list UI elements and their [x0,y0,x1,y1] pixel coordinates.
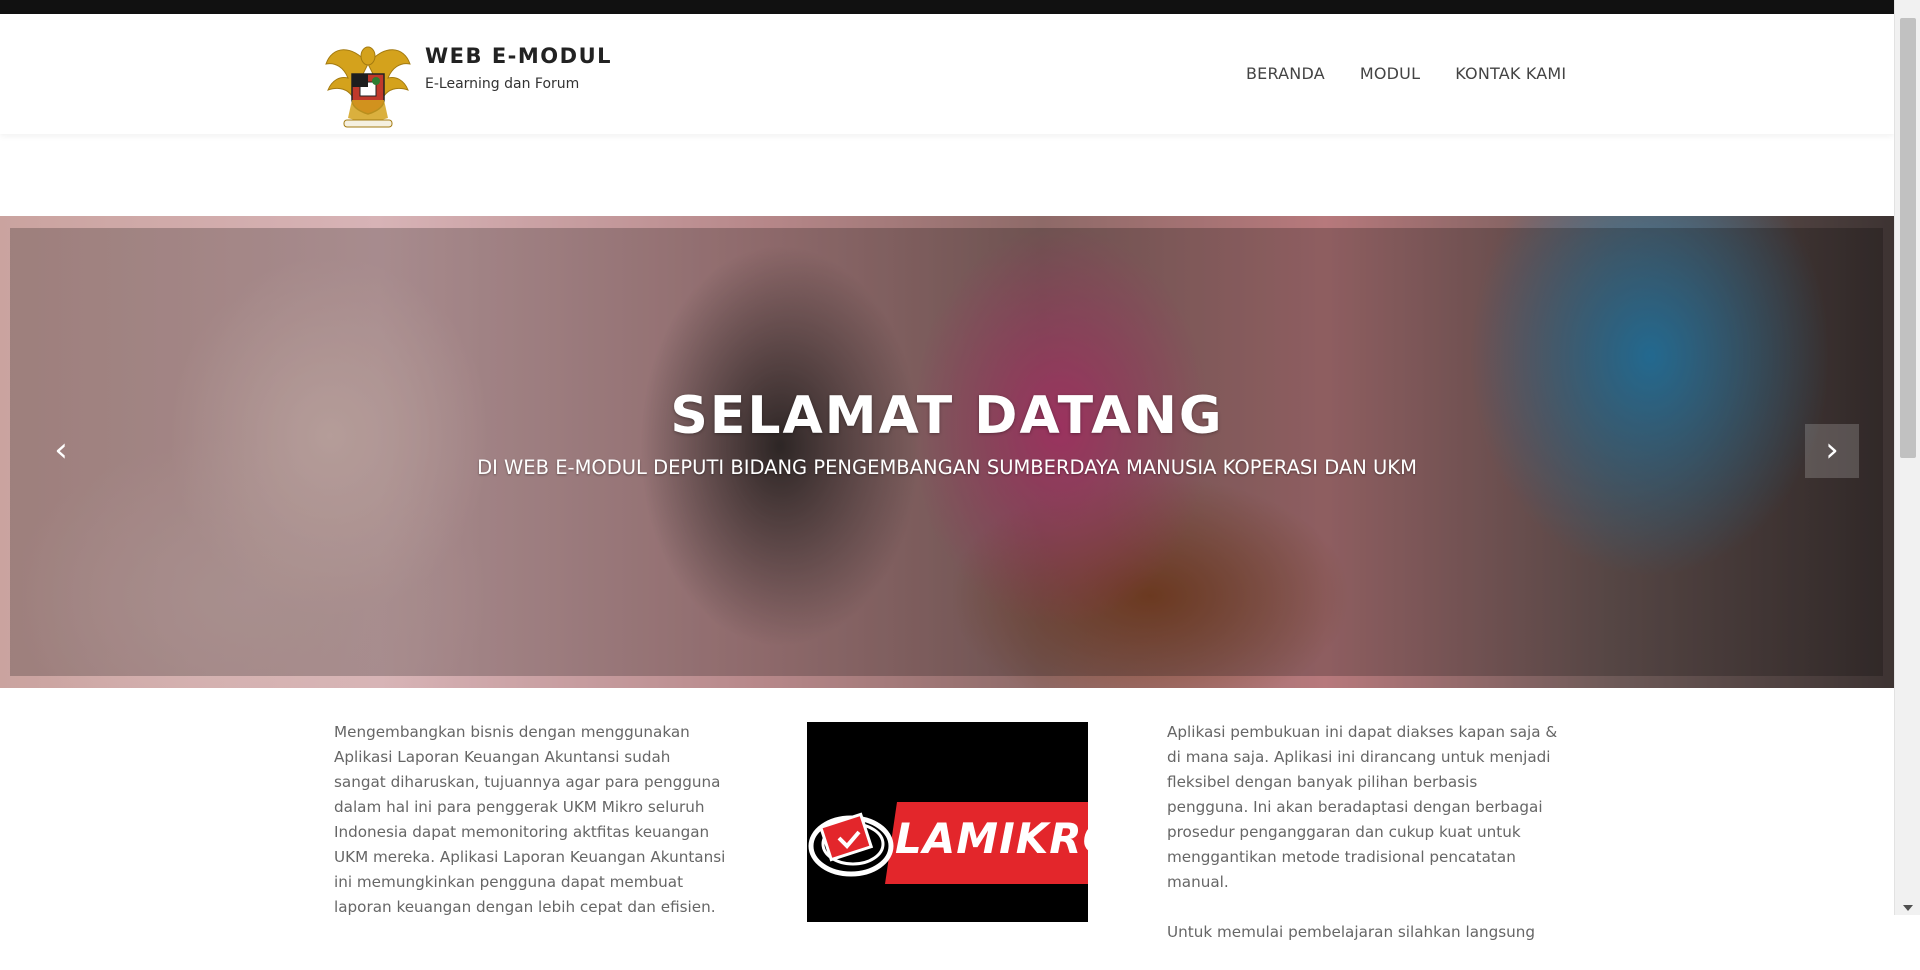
hero-carousel: SELAMAT DATANG DI WEB E-MODUL DEPUTI BID… [0,216,1894,688]
scroll-down-arrow-icon[interactable] [1903,905,1913,911]
intro-left-paragraph: Mengembangkan bisnis dengan menggunakan … [334,723,726,916]
nav-kontak-kami[interactable]: KONTAK KAMI [1455,64,1566,83]
chevron-right-icon[interactable]: › [1805,424,1859,478]
intro-section: Mengembangkan bisnis dengan menggunakan … [0,688,1894,941]
hero-subtitle: DI WEB E-MODUL DEPUTI BIDANG PENGEMBANGA… [477,456,1417,479]
lamikro-logo-text: LAMIKRO [895,814,1120,863]
chevron-left-icon[interactable]: ‹ [34,424,88,478]
lamikro-logo-image: LAMIKRO [807,722,1118,922]
garuda-emblem-icon[interactable] [322,34,414,134]
browser-top-bar [0,0,1894,14]
site-header: WEB E-MODUL E-Learning dan Forum BERANDA… [0,14,1894,134]
main-nav: BERANDA MODUL KONTAK KAMI [1246,64,1566,83]
hero-title: SELAMAT DATANG [670,386,1224,446]
scrollbar-thumb[interactable] [1900,18,1916,458]
intro-left-column: Mengembangkan bisnis dengan menggunakan … [334,720,726,920]
brand-title[interactable]: WEB E-MODUL [425,44,612,68]
nav-beranda[interactable]: BERANDA [1246,64,1325,83]
nav-modul[interactable]: MODUL [1360,64,1420,83]
intro-right-paragraph-1: Aplikasi pembukuan ini dapat diakses kap… [1167,723,1558,891]
intro-right-column: Aplikasi pembukuan ini dapat diakses kap… [1167,720,1563,970]
page-scrollbar[interactable] [1894,0,1920,915]
brand-tagline: E-Learning dan Forum [425,76,580,92]
intro-right-paragraph-2: Untuk memulai pembelajaran silahkan lang… [1167,923,1536,941]
hero-overlay [10,228,1883,676]
